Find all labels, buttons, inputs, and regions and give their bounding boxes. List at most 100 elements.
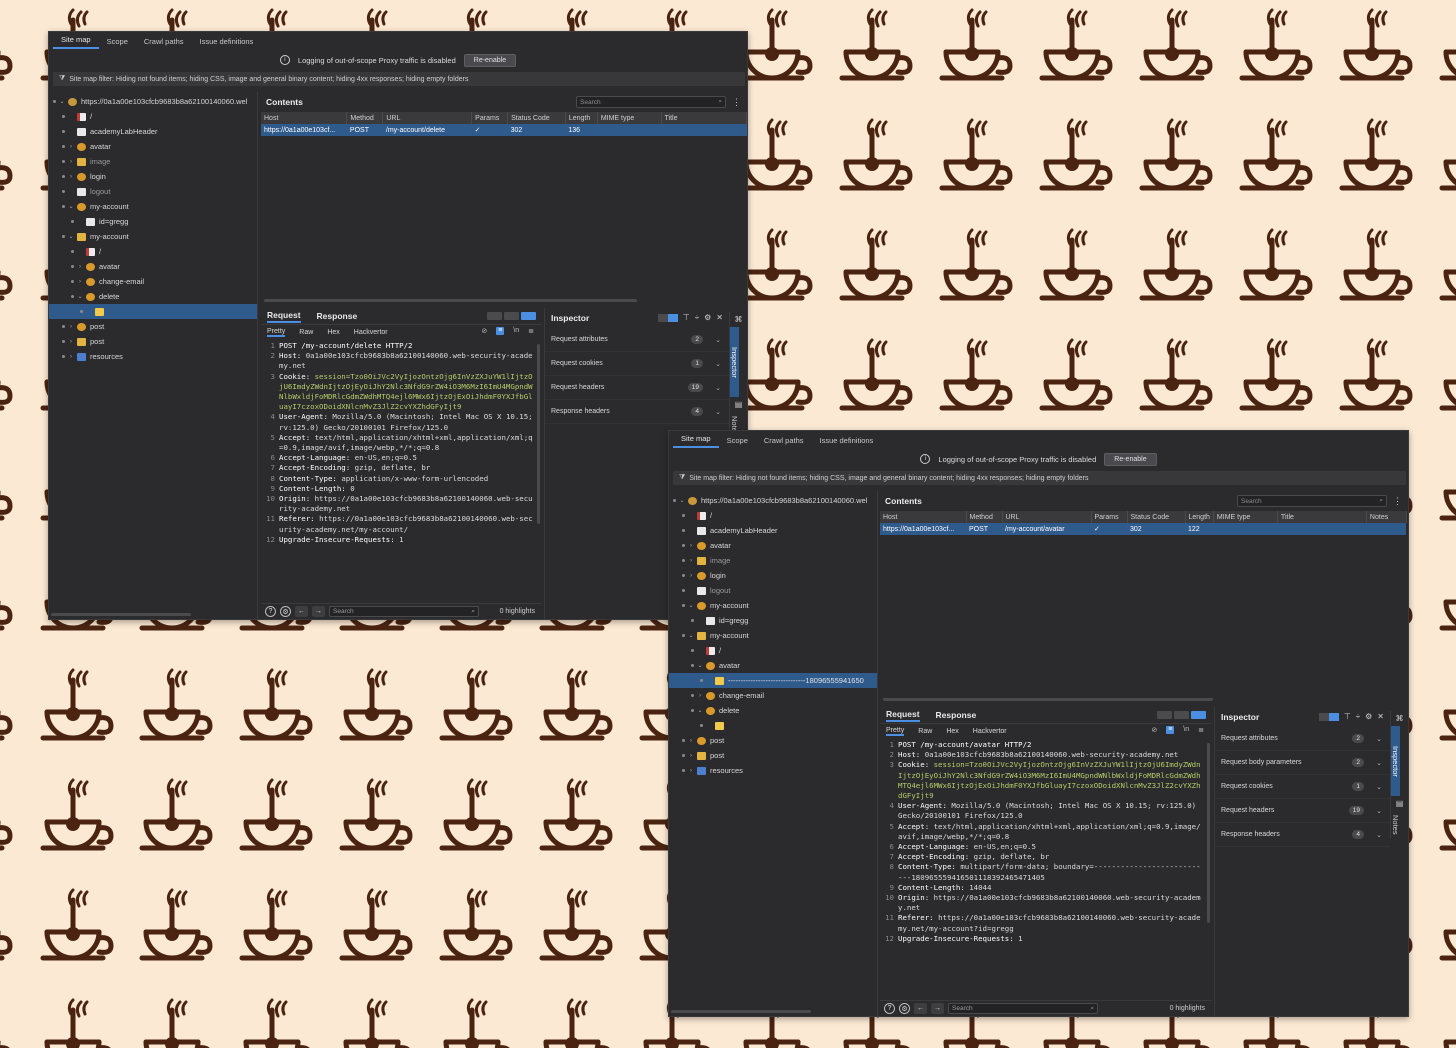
eye-off-icon[interactable]: ⊘ (481, 327, 487, 335)
site-map-filter-bar[interactable]: ⧩ Site map filter: Hiding not found items… (53, 72, 745, 86)
tab-request[interactable]: Request (267, 310, 301, 323)
close-icon[interactable]: ✕ (716, 313, 723, 322)
inspector-layout-toggle[interactable] (657, 313, 678, 322)
tree-node[interactable]: ⌄ my-account (669, 628, 877, 643)
tree-node[interactable]: ⌄ https://0a1a00e103cfcb9683b8a6210014006… (669, 493, 877, 508)
align-top-icon[interactable]: ⊤ (1344, 712, 1351, 721)
tab-site-map[interactable]: Site map (673, 434, 719, 448)
tree-node[interactable]: › image (669, 553, 877, 568)
chevron-down-icon[interactable]: ⌄ (59, 98, 65, 105)
tree-node[interactable]: -------------------------------180965559… (669, 673, 877, 688)
site-map-filter-bar[interactable]: ⧩ Site map filter: Hiding not found items… (673, 471, 1406, 485)
back-arrow-icon[interactable]: ← (295, 606, 308, 617)
notes-rail-tab[interactable]: Notes (1391, 811, 1400, 839)
tree-node[interactable]: › resources (49, 349, 257, 364)
more-options-icon[interactable]: ⋮ (1393, 496, 1402, 507)
wrap-icon[interactable]: ≡ (496, 327, 505, 335)
chevron-down-icon[interactable]: ⌄ (1376, 759, 1382, 767)
notes-rail-icon[interactable]: ▤ (730, 397, 747, 412)
tree-node[interactable]: ⌄ my-account (49, 229, 257, 244)
tree-node[interactable]: › login (49, 169, 257, 184)
tree-node[interactable]: › post (669, 748, 877, 763)
column-header-status-code[interactable]: Status Code (507, 112, 566, 124)
chevron-down-icon[interactable]: ⌄ (697, 662, 703, 669)
column-header-params[interactable]: Params (1091, 511, 1128, 523)
column-header-notes[interactable]: Notes (1366, 511, 1407, 523)
chevron-right-icon[interactable]: › (688, 768, 694, 774)
chevron-right-icon[interactable]: › (697, 693, 703, 699)
eye-off-icon[interactable]: ⊘ (1151, 726, 1157, 734)
inspector-section[interactable]: Request attributes 2 ⌄ (545, 328, 729, 352)
tree-node[interactable]: › resources (669, 763, 877, 778)
tree-node[interactable]: › change-email (49, 274, 257, 289)
settings-gear-icon[interactable]: ⚙ (280, 606, 291, 617)
chevron-down-icon[interactable]: ⌄ (77, 293, 83, 300)
layout-a-icon[interactable] (657, 313, 668, 322)
contents-horizontal-scrollbar[interactable] (264, 299, 637, 302)
column-header-method[interactable]: Method (966, 511, 1003, 523)
editor-vertical-scrollbar[interactable] (1207, 743, 1210, 923)
forward-arrow-icon[interactable]: → (312, 606, 325, 617)
tab-issue-definitions[interactable]: Issue definitions (192, 37, 262, 49)
tree-horizontal-scrollbar[interactable] (671, 1010, 811, 1013)
chevron-down-icon[interactable]: ⌄ (715, 408, 721, 416)
layout-b-icon[interactable] (667, 313, 678, 322)
footer-search-input[interactable]: Search ⌕ (329, 606, 479, 617)
tree-node[interactable]: / (669, 643, 877, 658)
chevron-down-icon[interactable]: ⌄ (679, 497, 685, 504)
column-header-host[interactable]: Host (880, 511, 967, 523)
split-icon[interactable]: ÷ (1356, 712, 1360, 721)
contents-search-input[interactable]: Search ⌕ (1237, 495, 1387, 507)
layout-b-icon[interactable] (1328, 712, 1339, 721)
table-row[interactable]: https://0a1a00e103cf... POST/my-account/d… (261, 124, 747, 136)
chevron-right-icon[interactable]: › (688, 543, 694, 549)
inspector-section[interactable]: Request headers 19 ⌄ (545, 376, 729, 400)
tree-node[interactable]: ⌄ delete (49, 289, 257, 304)
tree-node[interactable]: logout (49, 184, 257, 199)
chevron-right-icon[interactable]: › (68, 159, 74, 165)
chevron-right-icon[interactable]: › (68, 354, 74, 360)
tree-node[interactable]: › avatar (49, 139, 257, 154)
forward-arrow-icon[interactable]: → (931, 1003, 944, 1014)
chevron-down-icon[interactable]: ⌄ (688, 602, 694, 609)
subtab-hackvertor[interactable]: Hackvertor (973, 728, 1007, 735)
newline-icon[interactable]: \n (1183, 726, 1189, 734)
editor-vertical-scrollbar[interactable] (537, 344, 540, 524)
column-header-host[interactable]: Host (261, 112, 348, 124)
footer-search-input[interactable]: Search ⌕ (948, 1003, 1098, 1014)
column-header-params[interactable]: Params (471, 112, 509, 124)
chevron-down-icon[interactable]: ⌄ (1376, 807, 1382, 815)
tab-crawl-paths[interactable]: Crawl paths (756, 436, 812, 448)
tree-node[interactable]: ⌄ my-account (49, 199, 257, 214)
layout-stack-icon[interactable] (1174, 711, 1189, 719)
column-header-status-code[interactable]: Status Code (1127, 511, 1186, 523)
inspector-layout-toggle[interactable] (1318, 712, 1339, 721)
re-enable-button[interactable]: Re-enable (463, 53, 517, 67)
chevron-right-icon[interactable]: › (68, 144, 74, 150)
request-editor[interactable]: 1 POST /my-account/avatar HTTP/2 2 Host: 0a… (880, 740, 1204, 998)
tab-scope[interactable]: Scope (99, 37, 136, 49)
chevron-right-icon[interactable]: › (77, 264, 83, 270)
chevron-right-icon[interactable]: › (77, 279, 83, 285)
chevron-right-icon[interactable]: › (68, 324, 74, 330)
tree-node[interactable]: › avatar (669, 538, 877, 553)
menu-icon[interactable]: ≣ (1198, 726, 1204, 734)
chevron-right-icon[interactable]: › (688, 558, 694, 564)
tree-node[interactable]: › post (49, 319, 257, 334)
column-header-mime-type[interactable]: MIME type (1213, 511, 1278, 523)
tree-node[interactable]: › post (49, 334, 257, 349)
tree-node[interactable]: id=gregg (49, 214, 257, 229)
tree-node[interactable]: › image (49, 154, 257, 169)
tree-node[interactable]: ⌄ delete (669, 703, 877, 718)
subtab-raw[interactable]: Raw (299, 329, 313, 336)
table-row[interactable]: https://0a1a00e103cf... POST/my-account/a… (880, 523, 1407, 535)
settings-gear-icon[interactable]: ⚙ (899, 1003, 910, 1014)
chevron-down-icon[interactable]: ⌄ (1376, 783, 1382, 791)
tree-node[interactable]: / (49, 244, 257, 259)
inspector-rail-tab[interactable]: Inspector (1391, 726, 1400, 796)
tree-node[interactable]: / (49, 109, 257, 124)
help-icon[interactable]: ? (884, 1003, 895, 1014)
re-enable-button[interactable]: Re-enable (1104, 452, 1157, 466)
chevron-down-icon[interactable]: ⌄ (68, 203, 74, 210)
inspector-rail-icon[interactable]: ⌘ (1391, 711, 1408, 726)
